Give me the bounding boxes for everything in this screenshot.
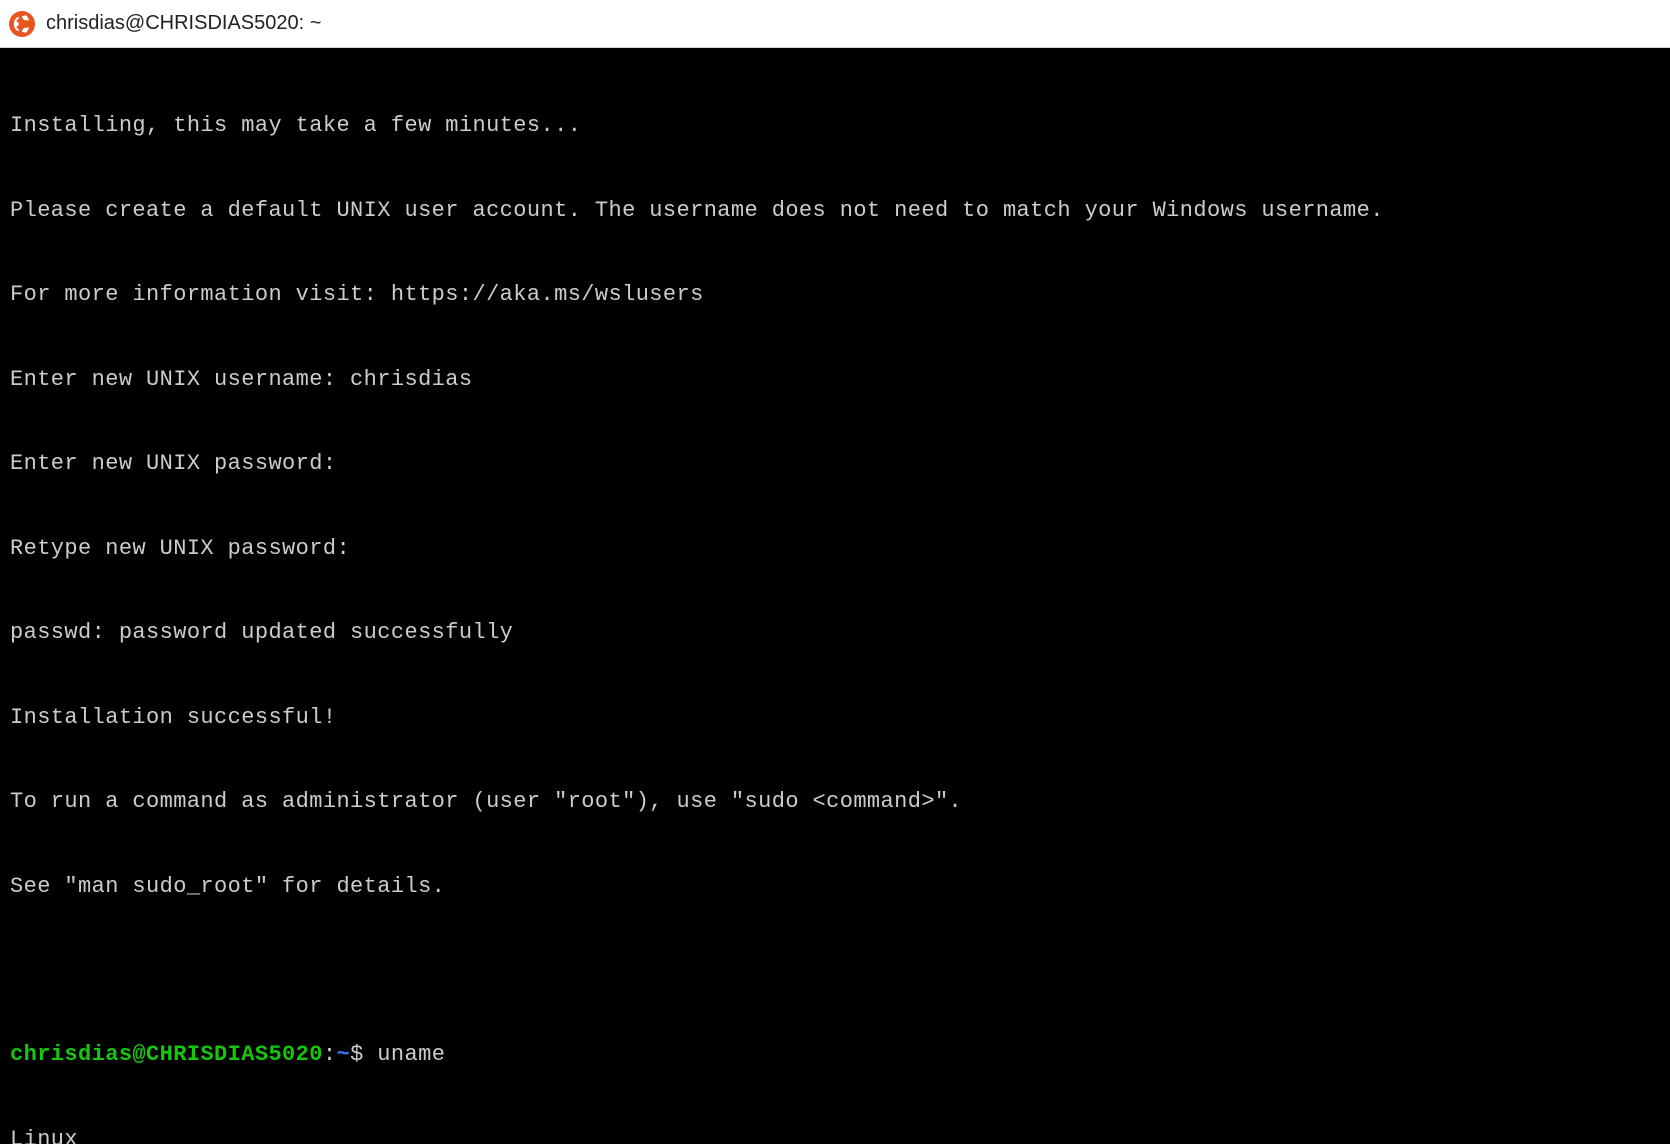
titlebar[interactable]: chrisdias@CHRISDIAS5020: ~ (0, 0, 1670, 48)
terminal-line: Installing, this may take a few minutes.… (10, 112, 1660, 140)
prompt-user-host: chrisdias@CHRISDIAS5020 (10, 1042, 323, 1067)
terminal-line: Enter new UNIX password: (10, 450, 1660, 478)
terminal-line: Enter new UNIX username: chrisdias (10, 366, 1660, 394)
terminal[interactable]: Installing, this may take a few minutes.… (0, 48, 1670, 1144)
window-title: chrisdias@CHRISDIAS5020: ~ (46, 12, 321, 35)
prompt-command (364, 1042, 378, 1067)
terminal-line: To run a command as administrator (user … (10, 788, 1660, 816)
command-output: Linux (10, 1126, 1660, 1144)
terminal-line: passwd: password updated successfully (10, 619, 1660, 647)
terminal-line: For more information visit: https://aka.… (10, 281, 1660, 309)
prompt-dollar: $ (350, 1042, 364, 1067)
prompt-line: chrisdias@CHRISDIAS5020:~$ uname (10, 1041, 1660, 1069)
prompt-sep: : (323, 1042, 337, 1067)
terminal-line: Retype new UNIX password: (10, 535, 1660, 563)
terminal-line: Installation successful! (10, 704, 1660, 732)
prompt-cwd: ~ (336, 1042, 350, 1067)
terminal-line: Please create a default UNIX user accoun… (10, 197, 1660, 225)
command-text: uname (377, 1042, 445, 1067)
terminal-line: See "man sudo_root" for details. (10, 873, 1660, 901)
ubuntu-icon (8, 10, 36, 38)
blank-line (10, 957, 1660, 985)
